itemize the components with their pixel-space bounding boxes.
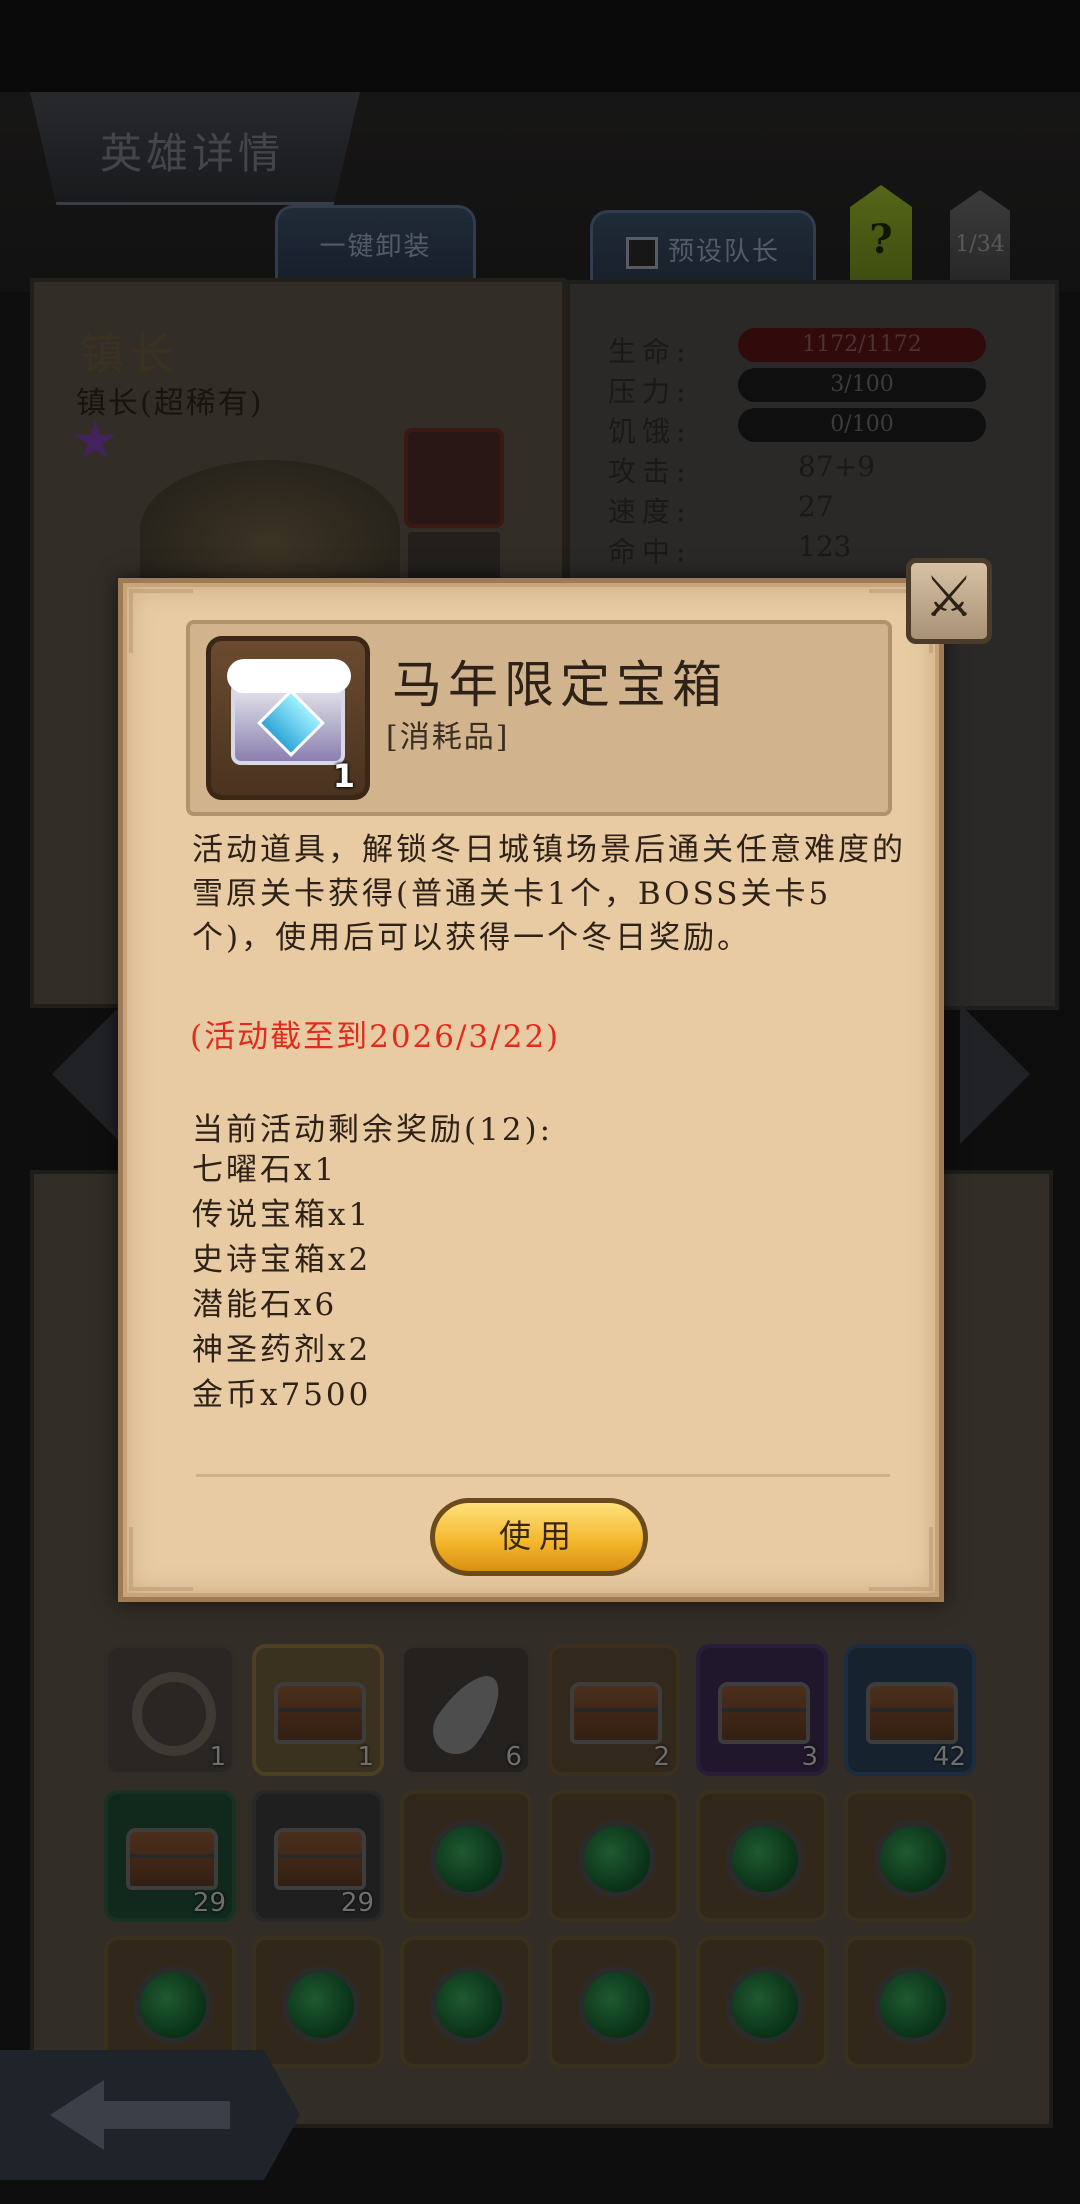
divider bbox=[196, 1474, 890, 1477]
remaining-rewards-title: 当前活动剩余奖励(12): bbox=[192, 1112, 554, 1148]
reward-item: 史诗宝箱x2 bbox=[192, 1242, 372, 1278]
snow-cap bbox=[227, 659, 351, 693]
item-name: 马年限定宝箱 bbox=[392, 656, 728, 714]
reward-item: 传说宝箱x1 bbox=[192, 1197, 372, 1233]
item-type: [消耗品] bbox=[386, 720, 510, 755]
reward-item: 潜能石x6 bbox=[192, 1287, 338, 1323]
reward-item: 神圣药剂x2 bbox=[192, 1332, 372, 1368]
corner-ornament bbox=[869, 1527, 933, 1591]
use-button[interactable]: 使用 bbox=[430, 1498, 648, 1576]
event-deadline: (活动截至到2026/3/22) bbox=[190, 1019, 561, 1055]
item-count: 1 bbox=[332, 757, 355, 795]
corner-ornament bbox=[129, 589, 193, 653]
crossed-swords-close-icon: ⚔ bbox=[923, 565, 975, 630]
item-description: 活动道具，解锁冬日城镇场景后通关任意难度的雪原关卡获得(普通关卡1个，BOSS关… bbox=[192, 832, 906, 956]
reward-list: 七曜石x1 传说宝箱x1 史诗宝箱x2 潜能石x6 神圣药剂x2 金币x7500 bbox=[192, 1148, 371, 1418]
close-button[interactable]: ⚔ bbox=[906, 558, 992, 644]
reward-item: 七曜石x1 bbox=[192, 1152, 338, 1188]
item-icon-frame: 1 bbox=[206, 636, 370, 800]
reward-item: 金币x7500 bbox=[192, 1377, 372, 1413]
corner-ornament bbox=[129, 1527, 193, 1591]
